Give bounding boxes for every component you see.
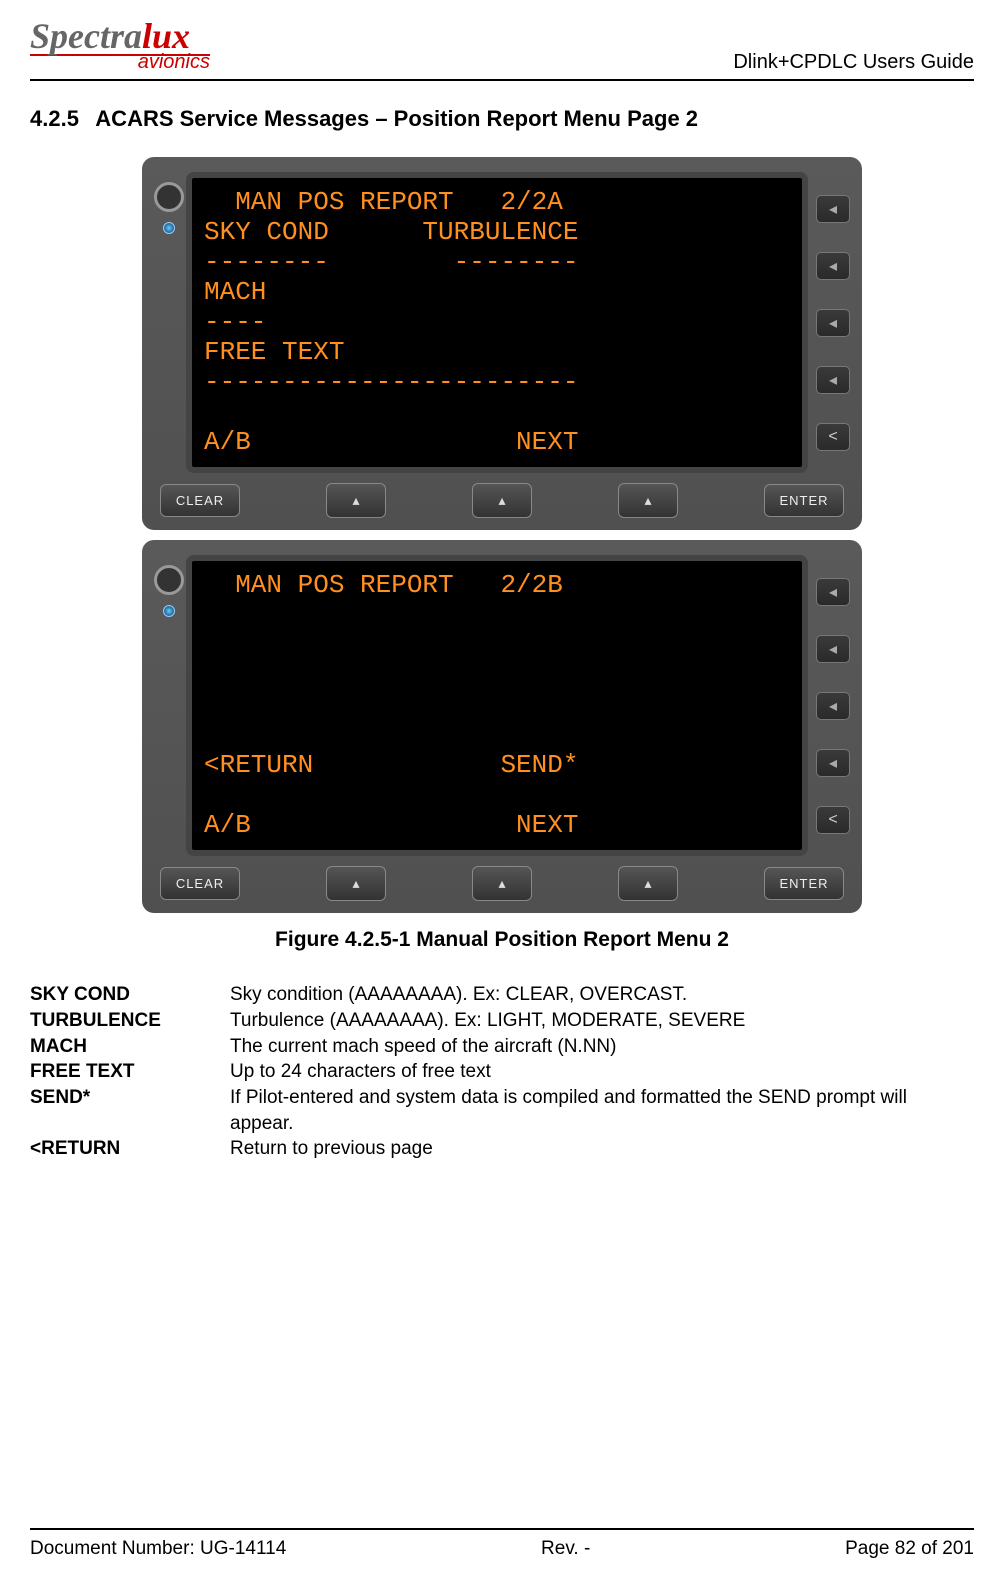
def-desc: Up to 24 characters of free text — [230, 1059, 974, 1085]
selector-led-icon — [163, 605, 175, 617]
logo-text-spectra: Spectra — [30, 16, 142, 56]
def-desc: Turbulence (AAAAAAAA). Ex: LIGHT, MODERA… — [230, 1008, 974, 1034]
figure-caption: Figure 4.2.5-1 Manual Position Report Me… — [30, 928, 974, 952]
cdu-a-container: MAN POS REPORT 2/2A SKY COND TURBULENCE … — [30, 157, 974, 530]
cdu-a-line3: -------- -------- — [204, 247, 578, 277]
cdu-a-line2: SKY COND TURBULENCE — [204, 217, 578, 247]
def-desc: Return to previous page — [230, 1136, 974, 1162]
cdu-a-body: MAN POS REPORT 2/2A SKY COND TURBULENCE … — [154, 172, 850, 473]
cdu-b-body: MAN POS REPORT 2/2B <RETURN SEND* A/B NE… — [154, 555, 850, 856]
def-term: MACH — [30, 1034, 230, 1060]
enter-button[interactable]: ENTER — [764, 867, 844, 900]
def-row: MACHThe current mach speed of the aircra… — [30, 1034, 974, 1060]
rsk-4-button[interactable]: ◂ — [816, 366, 850, 394]
def-desc: Sky condition (AAAAAAAA). Ex: CLEAR, OVE… — [230, 982, 974, 1008]
up-arrow-button-2[interactable]: ▴ — [472, 866, 532, 901]
rsk-2-button[interactable]: ◂ — [816, 635, 850, 663]
rsk-3-button[interactable]: ◂ — [816, 692, 850, 720]
cdu-a-screen: MAN POS REPORT 2/2A SKY COND TURBULENCE … — [186, 172, 808, 473]
clear-button[interactable]: CLEAR — [160, 484, 240, 517]
rsk-3-button[interactable]: ◂ — [816, 309, 850, 337]
cdu-a-bottom-row: CLEAR ▴ ▴ ▴ ENTER — [154, 481, 850, 520]
cdu-b-line1: MAN POS REPORT 2/2B — [204, 570, 563, 600]
up-arrow-button-3[interactable]: ▴ — [618, 866, 678, 901]
rsk-4-button[interactable]: ◂ — [816, 749, 850, 777]
up-arrow-button-2[interactable]: ▴ — [472, 483, 532, 518]
page-header: Spectralux avionics Dlink+CPDLC Users Gu… — [30, 20, 974, 81]
rsk-2-button[interactable]: ◂ — [816, 252, 850, 280]
def-term: FREE TEXT — [30, 1059, 230, 1085]
cdu-a-line4: MACH — [204, 277, 266, 307]
spacer — [30, 1162, 974, 1528]
footer-revision: Rev. - — [541, 1538, 590, 1560]
footer-doc-number: Document Number: UG-14114 — [30, 1538, 286, 1560]
logo-main: Spectralux — [30, 20, 210, 52]
up-arrow-button-3[interactable]: ▴ — [618, 483, 678, 518]
guide-title: Dlink+CPDLC Users Guide — [733, 51, 974, 74]
def-row: FREE TEXTUp to 24 characters of free tex… — [30, 1059, 974, 1085]
def-term: TURBULENCE — [30, 1008, 230, 1034]
cdu-b-container: MAN POS REPORT 2/2B <RETURN SEND* A/B NE… — [30, 540, 974, 913]
rsk-1-button[interactable]: ◂ — [816, 195, 850, 223]
section-title-text: ACARS Service Messages – Position Report… — [95, 106, 698, 131]
enter-button[interactable]: ENTER — [764, 484, 844, 517]
selector-ring-icon[interactable] — [154, 182, 184, 212]
cdu-b-line9: A/B NEXT — [204, 810, 578, 840]
cdu-b-selector — [154, 555, 184, 856]
cdu-a-line1: MAN POS REPORT 2/2A — [204, 187, 563, 217]
cdu-a-line7: ------------------------ — [204, 367, 578, 397]
definitions-table: SKY CONDSky condition (AAAAAAAA). Ex: CL… — [30, 982, 974, 1161]
cdu-b-rsk-col: ◂ ◂ ◂ ◂ < — [816, 555, 850, 856]
def-row: <RETURNReturn to previous page — [30, 1136, 974, 1162]
def-row: SKY CONDSky condition (AAAAAAAA). Ex: CL… — [30, 982, 974, 1008]
clear-button[interactable]: CLEAR — [160, 867, 240, 900]
cdu-a-line9: A/B NEXT — [204, 427, 578, 457]
cdu-a-selector — [154, 172, 184, 473]
logo-text-lux: lux — [142, 16, 190, 56]
cdu-b-bottom-row: CLEAR ▴ ▴ ▴ ENTER — [154, 864, 850, 903]
def-row: TURBULENCETurbulence (AAAAAAAA). Ex: LIG… — [30, 1008, 974, 1034]
rsk-next-button[interactable]: < — [816, 806, 850, 834]
page-footer: Document Number: UG-14114 Rev. - Page 82… — [30, 1528, 974, 1560]
cdu-b-line7: <RETURN SEND* — [204, 750, 578, 780]
def-term: <RETURN — [30, 1136, 230, 1162]
def-desc: If Pilot-entered and system data is comp… — [230, 1085, 974, 1136]
footer-page-number: Page 82 of 201 — [845, 1538, 974, 1560]
rsk-next-button[interactable]: < — [816, 423, 850, 451]
cdu-b: MAN POS REPORT 2/2B <RETURN SEND* A/B NE… — [142, 540, 862, 913]
cdu-b-screen: MAN POS REPORT 2/2B <RETURN SEND* A/B NE… — [186, 555, 808, 856]
section-heading: 4.2.5 ACARS Service Messages – Position … — [30, 106, 974, 132]
def-term: SKY COND — [30, 982, 230, 1008]
up-arrow-button-1[interactable]: ▴ — [326, 866, 386, 901]
selector-led-icon — [163, 222, 175, 234]
section-number: 4.2.5 — [30, 106, 90, 132]
cdu-a-line5: ---- — [204, 307, 266, 337]
logo-block: Spectralux avionics — [30, 20, 210, 74]
def-row: SEND*If Pilot-entered and system data is… — [30, 1085, 974, 1136]
cdu-a-line6: FREE TEXT — [204, 337, 344, 367]
up-arrow-button-1[interactable]: ▴ — [326, 483, 386, 518]
cdu-a: MAN POS REPORT 2/2A SKY COND TURBULENCE … — [142, 157, 862, 530]
cdu-a-rsk-col: ◂ ◂ ◂ ◂ < — [816, 172, 850, 473]
def-desc: The current mach speed of the aircraft (… — [230, 1034, 974, 1060]
cdu-a-screen-wrap: MAN POS REPORT 2/2A SKY COND TURBULENCE … — [154, 172, 808, 473]
cdu-b-screen-wrap: MAN POS REPORT 2/2B <RETURN SEND* A/B NE… — [154, 555, 808, 856]
rsk-1-button[interactable]: ◂ — [816, 578, 850, 606]
selector-ring-icon[interactable] — [154, 565, 184, 595]
def-term: SEND* — [30, 1085, 230, 1136]
